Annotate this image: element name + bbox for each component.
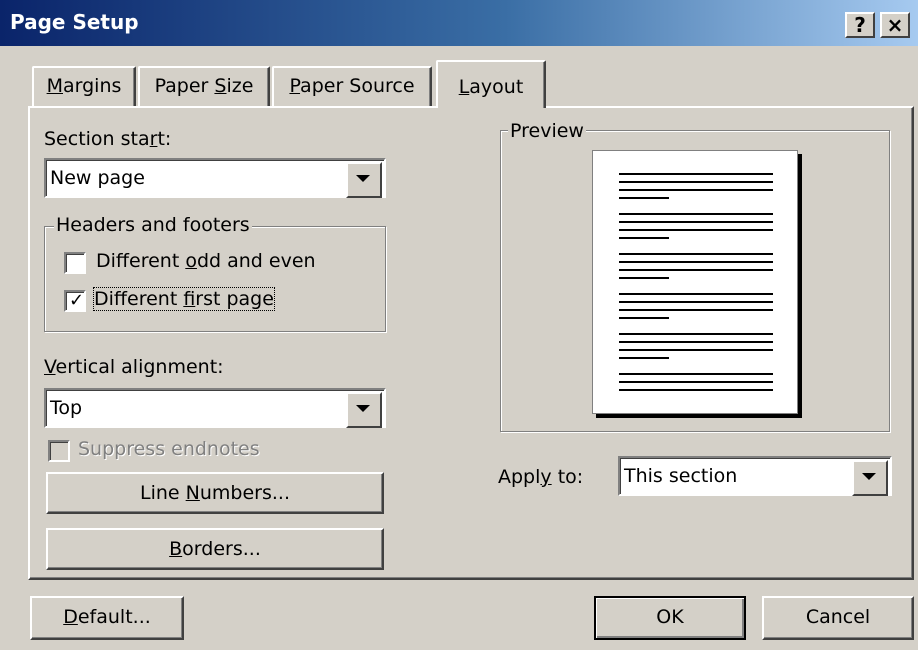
preview-line (619, 213, 773, 215)
preview-line (619, 173, 773, 175)
preview-line (619, 293, 773, 295)
apply-to-label: Apply to: (498, 466, 584, 488)
preview-line (619, 237, 669, 239)
window-title: Page Setup (10, 10, 139, 34)
chevron-down-icon[interactable] (852, 460, 888, 496)
preview-line (619, 357, 669, 359)
tab-label: ayout (469, 76, 524, 98)
tab-paper-source[interactable]: Paper Source (272, 66, 432, 106)
preview-line (619, 229, 773, 231)
preview-line (619, 389, 773, 391)
tab-paper-size[interactable]: Paper Size (138, 66, 270, 106)
ok-button[interactable]: OK (594, 596, 746, 640)
help-button[interactable]: ? (845, 12, 875, 38)
vertical-alignment-select[interactable]: Top (44, 388, 386, 428)
close-icon: × (886, 13, 904, 37)
suppress-endnotes-checkbox[interactable] (48, 440, 70, 462)
tab-accel: S (214, 75, 227, 97)
chevron-down-icon[interactable] (346, 162, 382, 198)
preview-line (619, 309, 773, 311)
headers-footers-group (44, 226, 386, 332)
apply-to-select[interactable]: This section (618, 456, 892, 496)
close-button[interactable]: × (880, 12, 910, 38)
first-page-checkbox[interactable]: ✓ (64, 290, 86, 312)
chevron-down-icon[interactable] (346, 392, 382, 428)
preview-legend: Preview (508, 120, 586, 142)
apply-to-value: This section (624, 465, 738, 487)
preview-line (619, 221, 773, 223)
tab-accel: M (46, 75, 63, 97)
preview-line (619, 189, 773, 191)
tab-label: ize (226, 75, 254, 97)
preview-line (619, 333, 773, 335)
odd-even-checkbox[interactable] (64, 252, 86, 274)
vertical-alignment-label: Vertical alignment: (44, 356, 224, 378)
default-button[interactable]: Default... (30, 596, 184, 640)
cancel-button[interactable]: Cancel (762, 596, 914, 640)
borders-button[interactable]: Borders... (46, 528, 384, 570)
preview-line (619, 261, 773, 263)
tab-accel: L (458, 76, 470, 98)
section-start-value: New page (50, 167, 145, 189)
section-start-select[interactable]: New page (44, 158, 386, 198)
line-numbers-button[interactable]: Line Numbers... (46, 472, 384, 514)
check-icon: ✓ (69, 290, 85, 311)
preview-page (592, 150, 798, 414)
tab-label: argins (63, 75, 122, 97)
preview-line (619, 373, 773, 375)
preview-line (619, 349, 773, 351)
tab-accel: P (289, 75, 301, 97)
preview-line (619, 301, 773, 303)
suppress-endnotes-label: Suppress endnotes (78, 438, 260, 460)
preview-line (619, 341, 773, 343)
preview-line (619, 381, 773, 383)
vertical-alignment-value: Top (50, 397, 83, 419)
preview-line (619, 253, 773, 255)
tab-layout[interactable]: Layout (436, 60, 546, 108)
tab-label: Paper (154, 75, 215, 97)
first-page-label[interactable]: Different first page (93, 287, 275, 311)
tab-margins[interactable]: Margins (32, 66, 136, 106)
preview-line (619, 269, 773, 271)
tab-label: aper Source (300, 75, 415, 97)
headers-footers-legend: Headers and footers (54, 214, 252, 236)
preview-line (619, 197, 669, 199)
preview-line (619, 181, 773, 183)
section-start-label: Section start: (44, 128, 172, 150)
odd-even-label[interactable]: Different odd and even (96, 250, 316, 272)
preview-line (619, 277, 669, 279)
preview-line (619, 317, 669, 319)
